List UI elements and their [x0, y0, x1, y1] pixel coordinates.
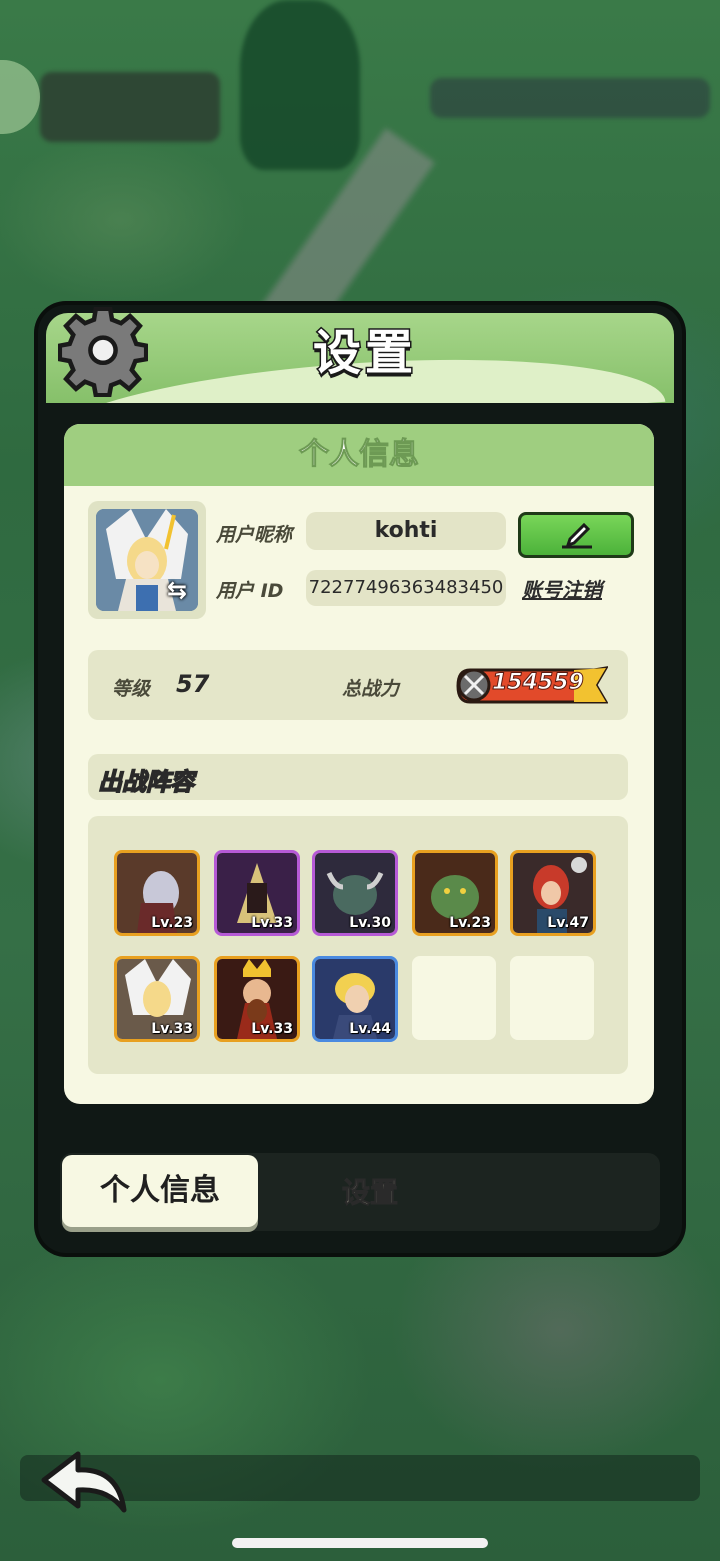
- hero-level: Lv.30: [349, 915, 391, 931]
- stats-row: 等级 57 总战力 154559: [88, 650, 628, 720]
- hero-level: Lv.23: [151, 915, 193, 931]
- hero-level: Lv.44: [349, 1021, 391, 1037]
- hero-level: Lv.33: [251, 1021, 293, 1037]
- empty-hero-slot[interactable]: [510, 956, 594, 1040]
- user-id-label: 用户 ID: [216, 580, 284, 602]
- home-indicator[interactable]: [232, 1538, 488, 1548]
- hero-card[interactable]: Lv.23: [114, 850, 200, 936]
- power-value: 154559: [492, 670, 585, 696]
- section-title: 个人信息: [64, 424, 654, 486]
- hero-card[interactable]: Lv.33: [114, 956, 200, 1042]
- swap-icon: ⇆: [166, 576, 188, 604]
- profile-content: 个人信息 ⇆ 用户昵称 kohti 用户 ID 7227749636348345…: [64, 424, 654, 1104]
- hero-card[interactable]: Lv.47: [510, 850, 596, 936]
- empty-hero-slot[interactable]: [412, 956, 496, 1040]
- avatar-frame[interactable]: ⇆: [88, 501, 206, 619]
- delete-account-link[interactable]: 账号注销: [522, 574, 602, 603]
- hero-level: Lv.23: [449, 915, 491, 931]
- background-resource-bar: [430, 78, 710, 118]
- level-label: 等级: [112, 678, 151, 700]
- page-title: 设置: [311, 324, 417, 383]
- hero-card[interactable]: Lv.44: [312, 956, 398, 1042]
- hero-card[interactable]: Lv.30: [312, 850, 398, 936]
- level-value: 57: [176, 670, 210, 698]
- hero-card[interactable]: Lv.33: [214, 956, 300, 1042]
- lineup-header: 出战阵容: [88, 754, 628, 800]
- avatar[interactable]: ⇆: [96, 509, 198, 611]
- gear-icon: [58, 307, 148, 397]
- nickname-label: 用户昵称: [216, 524, 293, 546]
- power-label: 总战力: [342, 678, 400, 700]
- hero-card[interactable]: Lv.33: [214, 850, 300, 936]
- edit-nickname-button[interactable]: [518, 512, 634, 558]
- user-id-field[interactable]: 72277496363483450: [306, 570, 506, 606]
- pencil-icon: [562, 522, 592, 549]
- nickname-field: kohti: [306, 512, 506, 550]
- lineup-title: 出战阵容: [97, 767, 195, 797]
- hero-level: Lv.47: [547, 915, 589, 931]
- tab-settings[interactable]: 设置: [290, 1160, 450, 1226]
- back-arrow-icon[interactable]: [38, 1450, 130, 1522]
- hero-card[interactable]: Lv.23: [412, 850, 498, 936]
- background-tree: [240, 0, 360, 170]
- hero-level: Lv.33: [251, 915, 293, 931]
- lineup-grid: Lv.23 Lv.33 Lv.30 Lv.23 Lv.47 Lv.33 Lv.3…: [88, 816, 628, 1074]
- background-hud: [40, 72, 220, 142]
- tab-profile[interactable]: 个人信息: [62, 1155, 258, 1227]
- hero-level: Lv.33: [151, 1021, 193, 1037]
